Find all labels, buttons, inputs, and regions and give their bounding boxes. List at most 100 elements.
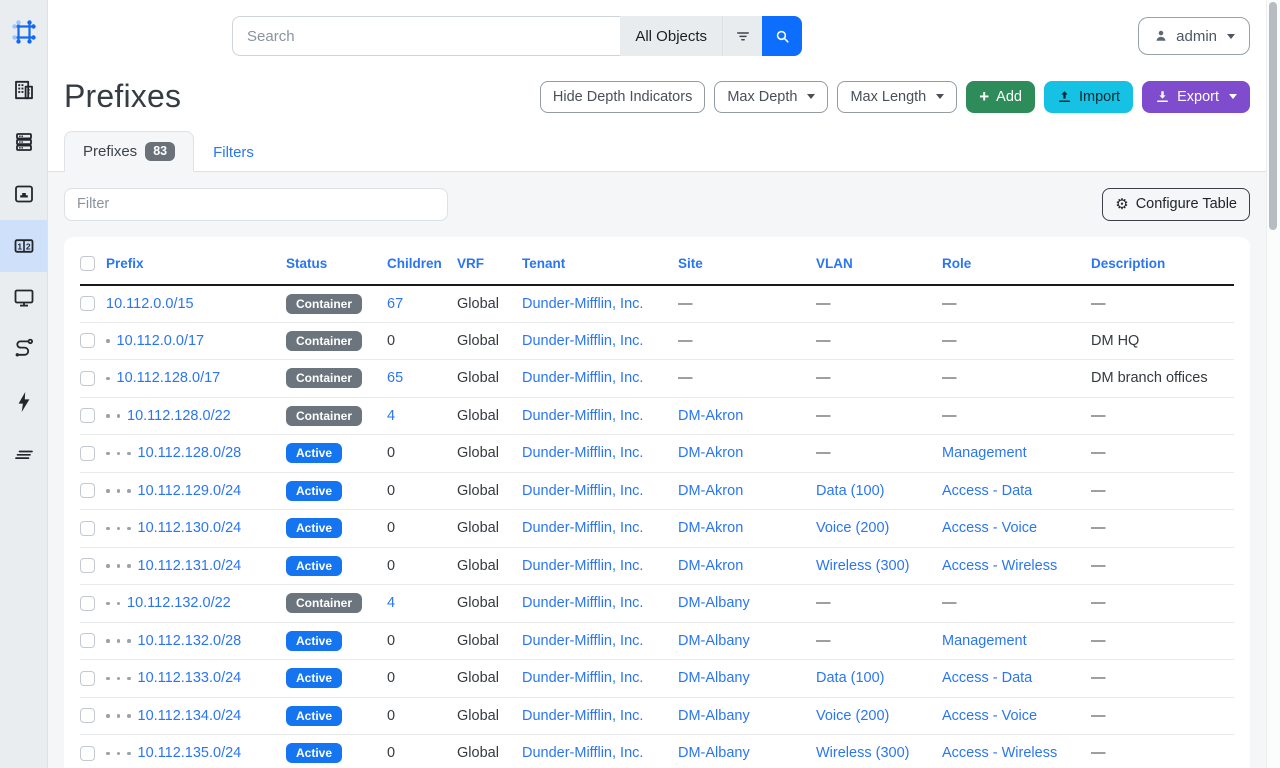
row-checkbox[interactable] [80,671,95,686]
netbox-logo[interactable] [0,0,47,64]
prefix-link[interactable]: 10.112.128.0/22 [127,408,231,424]
import-button[interactable]: Import [1044,81,1133,113]
sidebar-item-connections[interactable] [0,168,47,220]
prefix-link[interactable]: 10.112.0.0/15 [106,296,194,312]
role-link[interactable]: Access - Data [942,670,1032,686]
children-count[interactable]: 67 [387,296,403,312]
row-checkbox[interactable] [80,596,95,611]
site-link[interactable]: DM-Akron [678,445,743,461]
quick-filter-input[interactable] [64,188,448,221]
sidebar-item-misc[interactable] [0,428,47,480]
site-link[interactable]: DM-Albany [678,595,750,611]
row-checkbox[interactable] [80,408,95,423]
children-count[interactable]: 4 [387,595,395,611]
row-checkbox[interactable] [80,371,95,386]
column-header-tenant[interactable]: Tenant [522,256,565,271]
sidebar-item-virtualization[interactable] [0,272,47,324]
search-input[interactable] [232,16,620,56]
vlan-link[interactable]: Voice (200) [816,520,889,536]
max-depth-dropdown[interactable]: Max Depth [714,81,828,113]
row-checkbox[interactable] [80,558,95,573]
site-link[interactable]: DM-Albany [678,670,750,686]
site-link[interactable]: DM-Albany [678,708,750,724]
tenant-link[interactable]: Dunder-Mifflin, Inc. [522,708,643,724]
prefix-link[interactable]: 10.112.130.0/24 [138,520,242,536]
tenant-link[interactable]: Dunder-Mifflin, Inc. [522,670,643,686]
row-checkbox[interactable] [80,296,95,311]
children-count[interactable]: 65 [387,370,403,386]
hide-depth-indicators-button[interactable]: Hide Depth Indicators [540,81,705,113]
tenant-link[interactable]: Dunder-Mifflin, Inc. [522,333,643,349]
column-header-role[interactable]: Role [942,256,971,271]
role-link[interactable]: Access - Voice [942,520,1037,536]
site-link[interactable]: DM-Akron [678,520,743,536]
role-link[interactable]: Access - Wireless [942,745,1057,761]
row-checkbox[interactable] [80,746,95,761]
site-link[interactable]: DM-Albany [678,745,750,761]
row-checkbox[interactable] [80,446,95,461]
prefix-link[interactable]: 10.112.132.0/22 [127,595,231,611]
prefix-link[interactable]: 10.112.135.0/24 [138,745,242,761]
column-header-vrf[interactable]: VRF [457,256,484,271]
site-link[interactable]: DM-Akron [678,408,743,424]
vlan-link[interactable]: Data (100) [816,670,885,686]
vlan-link[interactable]: Wireless (300) [816,745,909,761]
role-link[interactable]: Access - Wireless [942,558,1057,574]
vlan-link[interactable]: Wireless (300) [816,558,909,574]
row-checkbox[interactable] [80,708,95,723]
column-header-prefix[interactable]: Prefix [106,256,144,271]
tab-filters[interactable]: Filters [194,133,273,172]
tenant-link[interactable]: Dunder-Mifflin, Inc. [522,745,643,761]
prefix-link[interactable]: 10.112.133.0/24 [138,670,242,686]
prefix-link[interactable]: 10.112.129.0/24 [138,483,242,499]
role-link[interactable]: Access - Voice [942,708,1037,724]
tenant-link[interactable]: Dunder-Mifflin, Inc. [522,520,643,536]
add-button[interactable]: + Add [966,81,1035,113]
tenant-link[interactable]: Dunder-Mifflin, Inc. [522,595,643,611]
export-dropdown-button[interactable]: Export [1142,81,1250,113]
tab-prefixes[interactable]: Prefixes 83 [64,131,194,172]
tenant-link[interactable]: Dunder-Mifflin, Inc. [522,445,643,461]
configure-table-button[interactable]: ⚙ Configure Table [1102,188,1250,221]
search-scope-dropdown[interactable]: All Objects [620,16,722,56]
column-header-children[interactable]: Children [387,256,442,271]
tenant-link[interactable]: Dunder-Mifflin, Inc. [522,558,643,574]
site-link[interactable]: DM-Albany [678,633,750,649]
prefix-link[interactable]: 10.112.0.0/17 [117,333,205,349]
tenant-link[interactable]: Dunder-Mifflin, Inc. [522,296,643,312]
sidebar-item-circuits[interactable] [0,324,47,376]
sidebar-item-ipam[interactable]: 12 [0,220,47,272]
row-checkbox[interactable] [80,521,95,536]
max-length-dropdown[interactable]: Max Length [837,81,957,113]
column-header-description[interactable]: Description [1091,256,1165,271]
prefix-link[interactable]: 10.112.134.0/24 [138,708,242,724]
column-header-status[interactable]: Status [286,256,327,271]
role-link[interactable]: Management [942,445,1027,461]
sidebar-item-devices[interactable] [0,116,47,168]
user-menu-button[interactable]: admin [1138,17,1250,55]
prefix-link[interactable]: 10.112.128.0/17 [117,370,221,386]
vlan-link[interactable]: Data (100) [816,483,885,499]
role-link[interactable]: Access - Data [942,483,1032,499]
tenant-link[interactable]: Dunder-Mifflin, Inc. [522,483,643,499]
column-header-site[interactable]: Site [678,256,703,271]
scrollbar-thumb[interactable] [1269,2,1277,230]
site-link[interactable]: DM-Akron [678,558,743,574]
tenant-link[interactable]: Dunder-Mifflin, Inc. [522,633,643,649]
sidebar-item-organization[interactable] [0,64,47,116]
prefix-link[interactable]: 10.112.131.0/24 [138,558,242,574]
vlan-link[interactable]: Voice (200) [816,708,889,724]
prefix-link[interactable]: 10.112.132.0/28 [138,633,242,649]
tenant-link[interactable]: Dunder-Mifflin, Inc. [522,408,643,424]
children-count[interactable]: 4 [387,408,395,424]
column-header-vlan[interactable]: VLAN [816,256,853,271]
row-checkbox[interactable] [80,483,95,498]
row-checkbox[interactable] [80,633,95,648]
select-all-checkbox[interactable] [80,256,95,271]
search-submit-button[interactable] [762,16,802,56]
row-checkbox[interactable] [80,333,95,348]
prefix-link[interactable]: 10.112.128.0/28 [138,445,242,461]
search-filter-button[interactable] [722,16,762,56]
role-link[interactable]: Management [942,633,1027,649]
site-link[interactable]: DM-Akron [678,483,743,499]
